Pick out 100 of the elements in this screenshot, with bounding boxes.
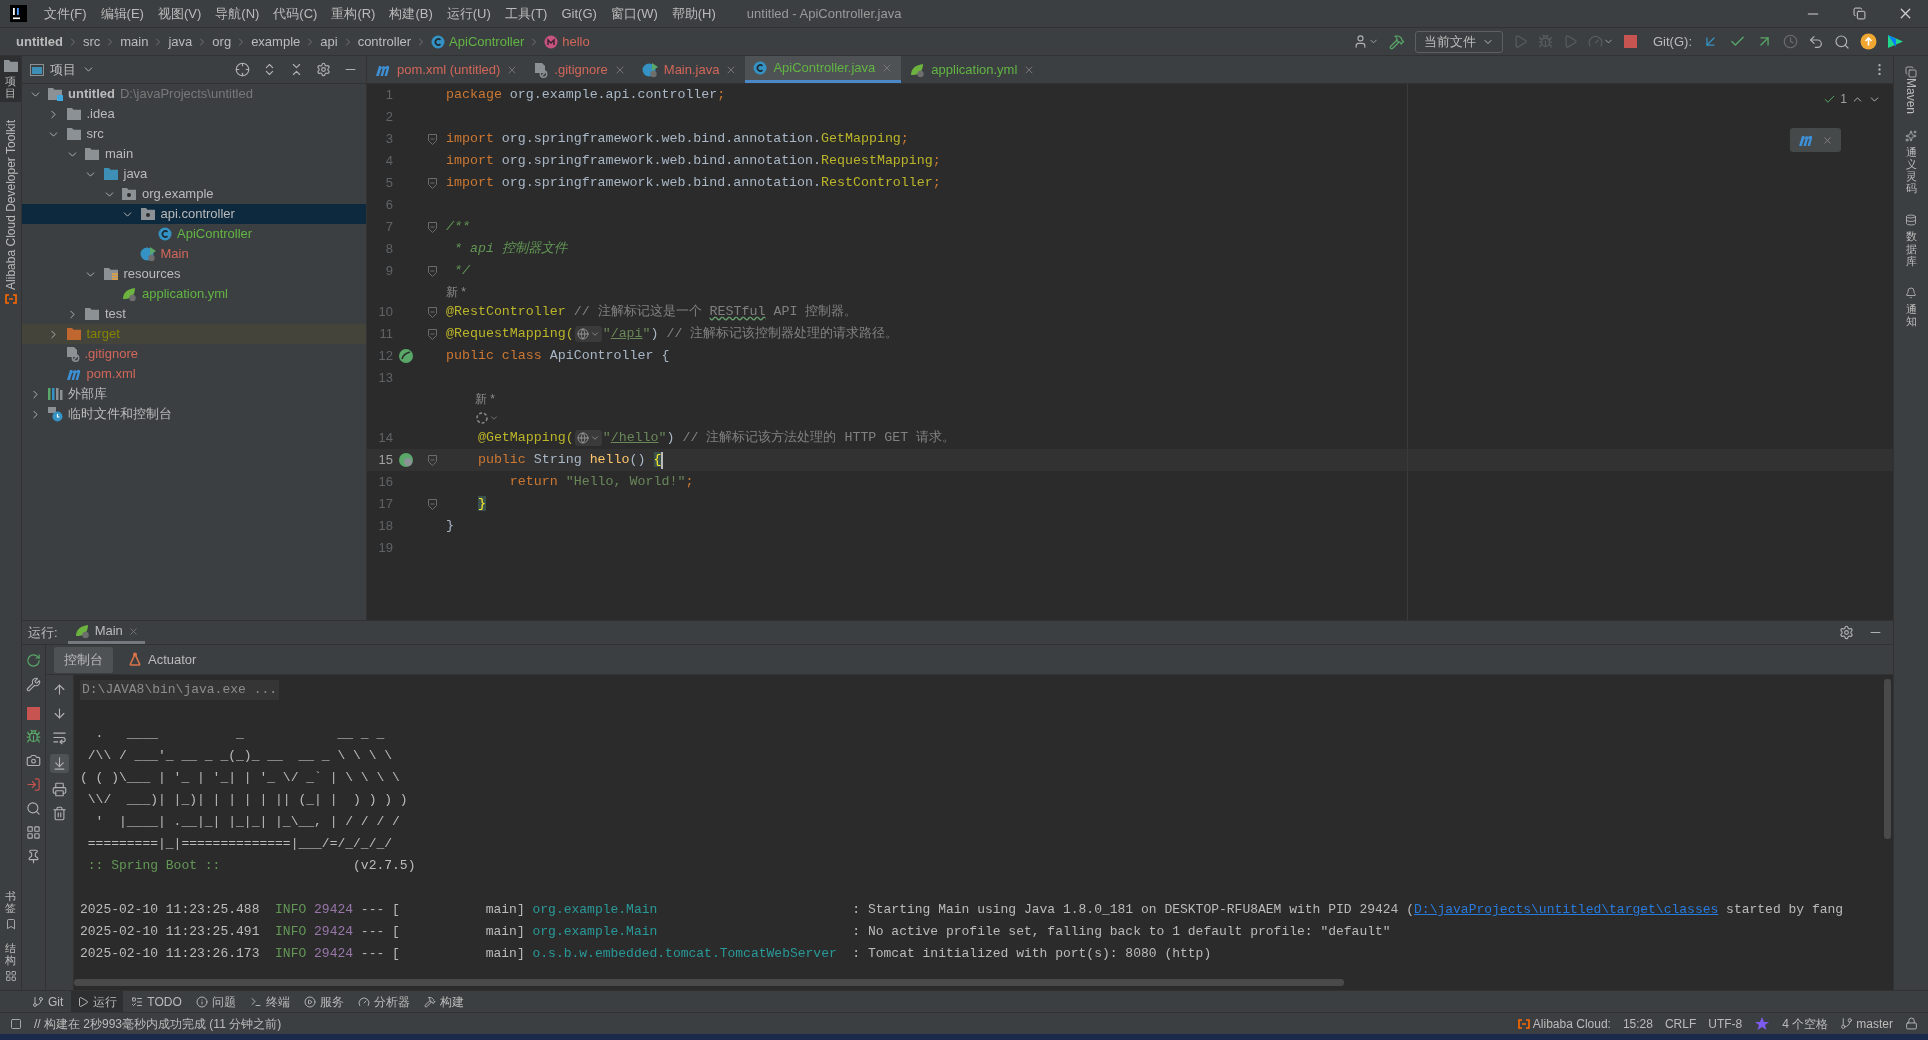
tool-window-tab[interactable]: 终端	[243, 991, 296, 1012]
tree-item[interactable]: untitled D:\javaProjects\untitled	[22, 84, 366, 104]
tool-window-button[interactable]: Maven	[1898, 78, 1924, 115]
menu-item[interactable]: 窗口(W)	[603, 3, 665, 24]
menu-item[interactable]: 工具(T)	[497, 3, 555, 24]
tree-item[interactable]: application.yml	[22, 284, 366, 304]
cursor-position[interactable]: 15:28	[1622, 1014, 1653, 1033]
print-icon[interactable]	[52, 782, 67, 797]
toggle-panels-icon[interactable]	[10, 1017, 22, 1030]
wrench-icon[interactable]	[26, 677, 41, 692]
tree-item[interactable]: .idea	[22, 104, 366, 124]
menu-item[interactable]: 导航(N)	[208, 3, 267, 24]
bell-icon[interactable]	[1905, 286, 1917, 299]
tree-item[interactable]: ApiController	[22, 224, 366, 244]
fold-marker[interactable]	[428, 177, 437, 189]
endpoint-icon[interactable]	[474, 410, 489, 425]
bean-icon[interactable]	[398, 348, 414, 364]
breadcrumb[interactable]: ApiController	[449, 31, 525, 52]
console-tab[interactable]: 控制台	[54, 646, 113, 673]
run-tab[interactable]: Main	[67, 621, 145, 644]
inspection-count[interactable]: 1	[1840, 90, 1847, 108]
line-separator[interactable]: CRLF	[1664, 1014, 1697, 1033]
tree-item[interactable]: src	[22, 124, 366, 144]
console-command[interactable]: D:\JAVA8\bin\java.exe ...	[80, 680, 280, 700]
log-link[interactable]: D:\javaProjects\untitled\target\classes	[1414, 900, 1719, 920]
breadcrumb[interactable]: src	[82, 31, 101, 52]
search-icon[interactable]	[1834, 33, 1850, 50]
breadcrumb[interactable]: java	[168, 31, 193, 52]
arrow-down-icon[interactable]	[52, 706, 67, 721]
rerun-icon[interactable]	[26, 653, 41, 668]
exit-icon[interactable]	[26, 777, 41, 792]
tool-window-button[interactable]: 项目	[0, 56, 21, 103]
status-message[interactable]: // 构建在 2秒993毫秒内成功完成 (11 分钟之前)	[34, 1014, 282, 1033]
console-tab[interactable]: Actuator	[117, 646, 207, 673]
wrap-icon[interactable]	[52, 730, 67, 745]
tool-window-button[interactable]: 通知	[1905, 298, 1917, 331]
editor-tab[interactable]: Main.java	[633, 56, 746, 83]
menu-item[interactable]: 编辑(E)	[93, 3, 151, 24]
tool-window-tab[interactable]: 运行	[71, 991, 124, 1012]
cloud-plugin-icon[interactable]	[4, 294, 17, 305]
breadcrumb[interactable]: example	[251, 31, 301, 52]
assistant-logo[interactable]	[1887, 33, 1904, 50]
fold-marker[interactable]	[428, 498, 437, 510]
breadcrumb[interactable]: api	[320, 31, 338, 52]
panel-title[interactable]: 项目	[50, 59, 76, 80]
tool-window-tab[interactable]: Git	[26, 991, 70, 1012]
endpoint-badge[interactable]	[574, 430, 602, 446]
tool-window-tab[interactable]: 构建	[417, 991, 470, 1012]
user-icon[interactable]	[1353, 34, 1368, 49]
vertical-scrollbar[interactable]	[1884, 679, 1891, 839]
inspect-icon[interactable]	[26, 801, 41, 816]
fold-marker[interactable]	[428, 306, 437, 318]
author-hint[interactable]: 新 *	[474, 389, 495, 408]
git-branch[interactable]: master	[1856, 1014, 1893, 1033]
branch-icon[interactable]	[1840, 1017, 1854, 1030]
tool-window-button[interactable]: 书签	[5, 885, 16, 918]
tree-item[interactable]: test	[22, 304, 366, 324]
layout-icon[interactable]	[26, 825, 41, 840]
structure-icon[interactable]	[4, 970, 17, 982]
tree-item[interactable]: 外部库	[22, 384, 366, 404]
star-logo-icon[interactable]	[1754, 1015, 1771, 1032]
settings-icon[interactable]	[1839, 625, 1854, 640]
tree-item[interactable]: java	[22, 164, 366, 184]
indent-setting[interactable]: 4 个空格	[1782, 1014, 1829, 1033]
bookmark-icon[interactable]	[4, 917, 17, 930]
camera-icon[interactable]	[26, 753, 41, 768]
tool-window-tab[interactable]: 服务	[297, 991, 350, 1012]
tree-item[interactable]: .gitignore	[22, 344, 366, 364]
plugin-label[interactable]: Alibaba Cloud Developer Toolkit	[1, 120, 20, 291]
tool-window-button[interactable]: 结构	[5, 937, 16, 970]
pin-icon[interactable]	[26, 849, 41, 864]
menu-item[interactable]: 运行(U)	[439, 3, 498, 24]
app-logo[interactable]	[10, 5, 27, 22]
cloud-plugin-icon[interactable]	[1517, 1018, 1530, 1029]
tree-item[interactable]: api.controller	[22, 204, 366, 224]
tool-window-tab[interactable]: 分析器	[351, 991, 416, 1012]
debug-icon[interactable]	[26, 729, 41, 744]
maven-reload-popup[interactable]	[1790, 128, 1841, 152]
sparkles-icon[interactable]	[1905, 130, 1917, 143]
tree-item[interactable]: Main	[22, 244, 366, 264]
tool-window-button[interactable]: 通义灵码	[1905, 142, 1917, 199]
menu-item[interactable]: 构建(B)	[382, 3, 440, 24]
lock-icon[interactable]	[1905, 1017, 1918, 1030]
fold-marker[interactable]	[428, 133, 437, 145]
endpoint-badge[interactable]	[574, 326, 602, 342]
database-icon[interactable]	[1905, 214, 1917, 227]
author-hint[interactable]: 新 *	[446, 282, 466, 301]
breadcrumb[interactable]: hello	[562, 31, 590, 52]
status-item[interactable]: Alibaba Cloud:	[1532, 1014, 1611, 1033]
breadcrumb[interactable]: controller	[357, 31, 412, 52]
restore-icon[interactable]	[1852, 7, 1866, 20]
update-available-icon[interactable]	[1860, 33, 1877, 50]
hammer-icon[interactable]	[1389, 33, 1405, 50]
menu-item[interactable]: Git(G)	[554, 3, 604, 24]
tree-item[interactable]: org.example	[22, 184, 366, 204]
tool-window-tab[interactable]: TODO	[125, 991, 188, 1012]
tool-window-button[interactable]: 数据库	[1905, 226, 1917, 271]
fold-marker[interactable]	[428, 265, 437, 277]
menu-item[interactable]: 帮助(H)	[664, 3, 723, 24]
history-icon[interactable]	[1783, 34, 1798, 49]
